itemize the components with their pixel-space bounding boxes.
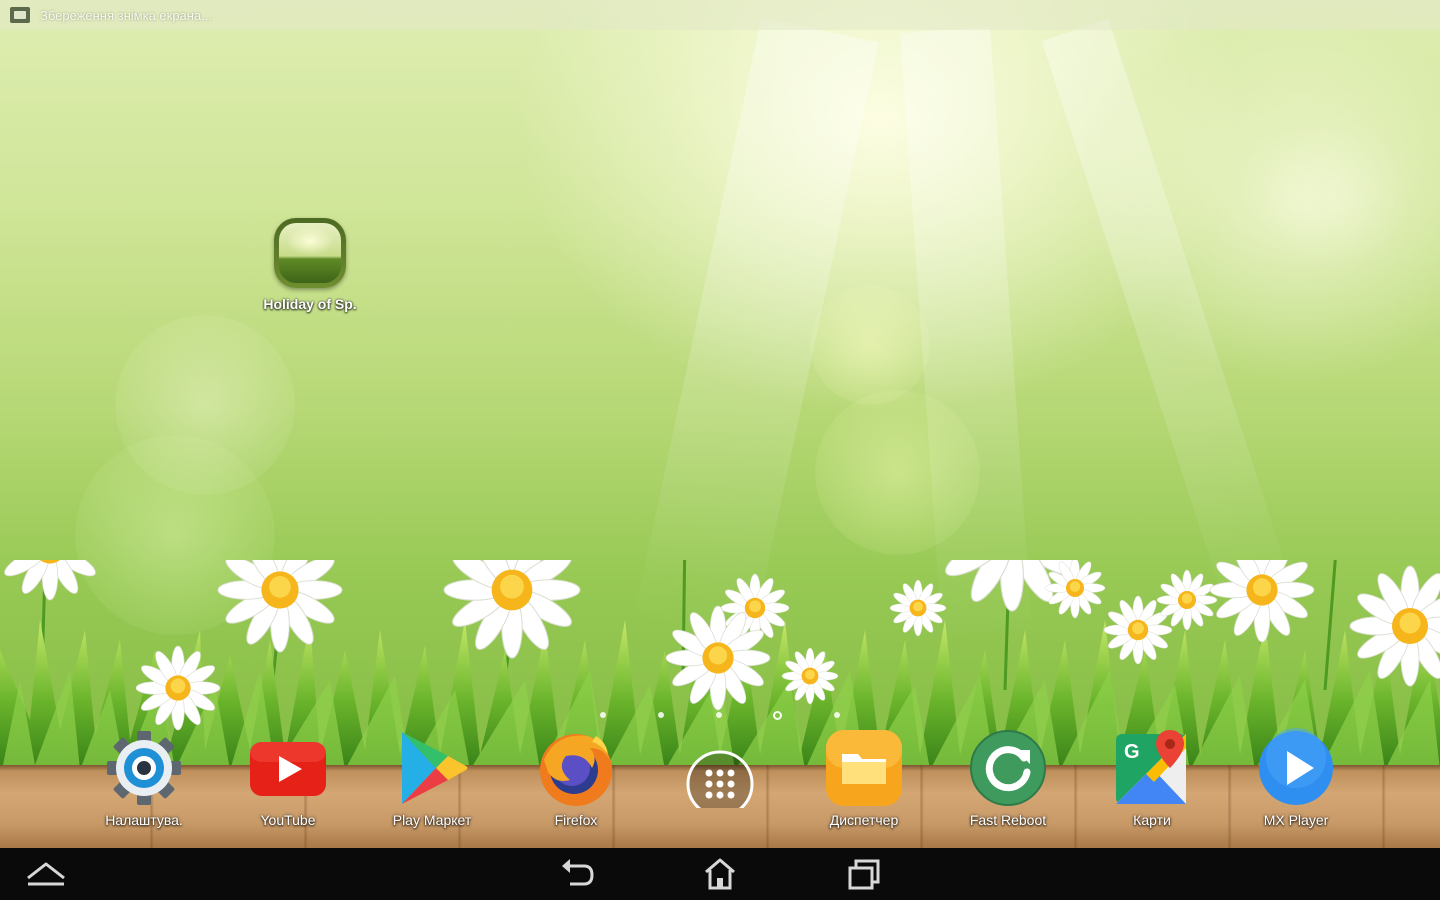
- light-ray: [1041, 19, 1300, 631]
- up-arrow-icon[interactable]: [24, 856, 68, 892]
- home-icon[interactable]: [698, 856, 742, 892]
- dock-item-firefox[interactable]: Firefox: [504, 728, 648, 828]
- dock-label: YouTube: [260, 812, 316, 828]
- fast-reboot-icon: [968, 728, 1048, 808]
- wallpaper-app-icon: [274, 218, 346, 288]
- recents-icon[interactable]: [842, 856, 886, 892]
- dock-item-mx-player[interactable]: MX Player: [1224, 728, 1368, 828]
- bokeh-light: [115, 315, 295, 495]
- back-icon[interactable]: [554, 856, 598, 892]
- app-drawer-icon: [680, 728, 760, 818]
- dock: Налаштува. YouTube Play Маркет Firefox Д…: [0, 728, 1440, 838]
- dock-item-settings[interactable]: Налаштува.: [72, 728, 216, 828]
- dock-label: Firefox: [554, 812, 598, 828]
- dock-label: Карти: [1133, 812, 1171, 828]
- dock-label: Диспетчер: [829, 812, 899, 828]
- dock-item-file-manager[interactable]: Диспетчер: [792, 728, 936, 828]
- bokeh-light: [1260, 120, 1410, 270]
- firefox-icon: [536, 728, 616, 808]
- shortcut-label: Holiday of Sp.: [263, 296, 357, 312]
- home-screen: Збереження знімка екрана... Holiday of S…: [0, 0, 1440, 900]
- page-indicator: [600, 709, 840, 721]
- dock-item-app-drawer[interactable]: [648, 728, 792, 818]
- status-bar[interactable]: Збереження знімка екрана...: [0, 0, 1440, 30]
- light-ray: [900, 26, 1034, 652]
- dock-label: Play Маркет: [392, 812, 472, 828]
- page-dot[interactable]: [715, 712, 722, 718]
- bokeh-light: [810, 285, 930, 405]
- page-dot-active[interactable]: [773, 710, 783, 720]
- dock-item-maps[interactable]: G Карти: [1080, 728, 1224, 828]
- dock-label: MX Player: [1263, 812, 1329, 828]
- light-ray: [632, 17, 879, 649]
- page-dot[interactable]: [600, 712, 606, 718]
- bokeh-light: [815, 390, 980, 555]
- dock-item-fast-reboot[interactable]: Fast Reboot: [936, 728, 1080, 828]
- dock-item-youtube[interactable]: YouTube: [216, 728, 360, 828]
- dock-item-play-store[interactable]: Play Маркет: [360, 728, 504, 828]
- svg-text:G: G: [1124, 741, 1140, 763]
- dock-label: Fast Reboot: [969, 812, 1047, 828]
- mx-player-icon: [1256, 728, 1336, 808]
- navigation-bar: [0, 848, 1440, 900]
- youtube-icon: [248, 728, 328, 808]
- play-store-icon: [392, 728, 472, 808]
- notification-text: Збереження знімка екрана...: [40, 7, 213, 23]
- maps-icon: G: [1112, 728, 1192, 808]
- settings-gear-icon: [104, 728, 184, 808]
- dock-label: Налаштува.: [105, 812, 183, 828]
- desktop-shortcut-holiday-of-spring[interactable]: Holiday of Sp.: [250, 218, 370, 312]
- file-manager-icon: [824, 728, 904, 808]
- screenshot-icon: [10, 7, 30, 23]
- page-dot[interactable]: [834, 712, 840, 718]
- page-dot[interactable]: [657, 712, 664, 718]
